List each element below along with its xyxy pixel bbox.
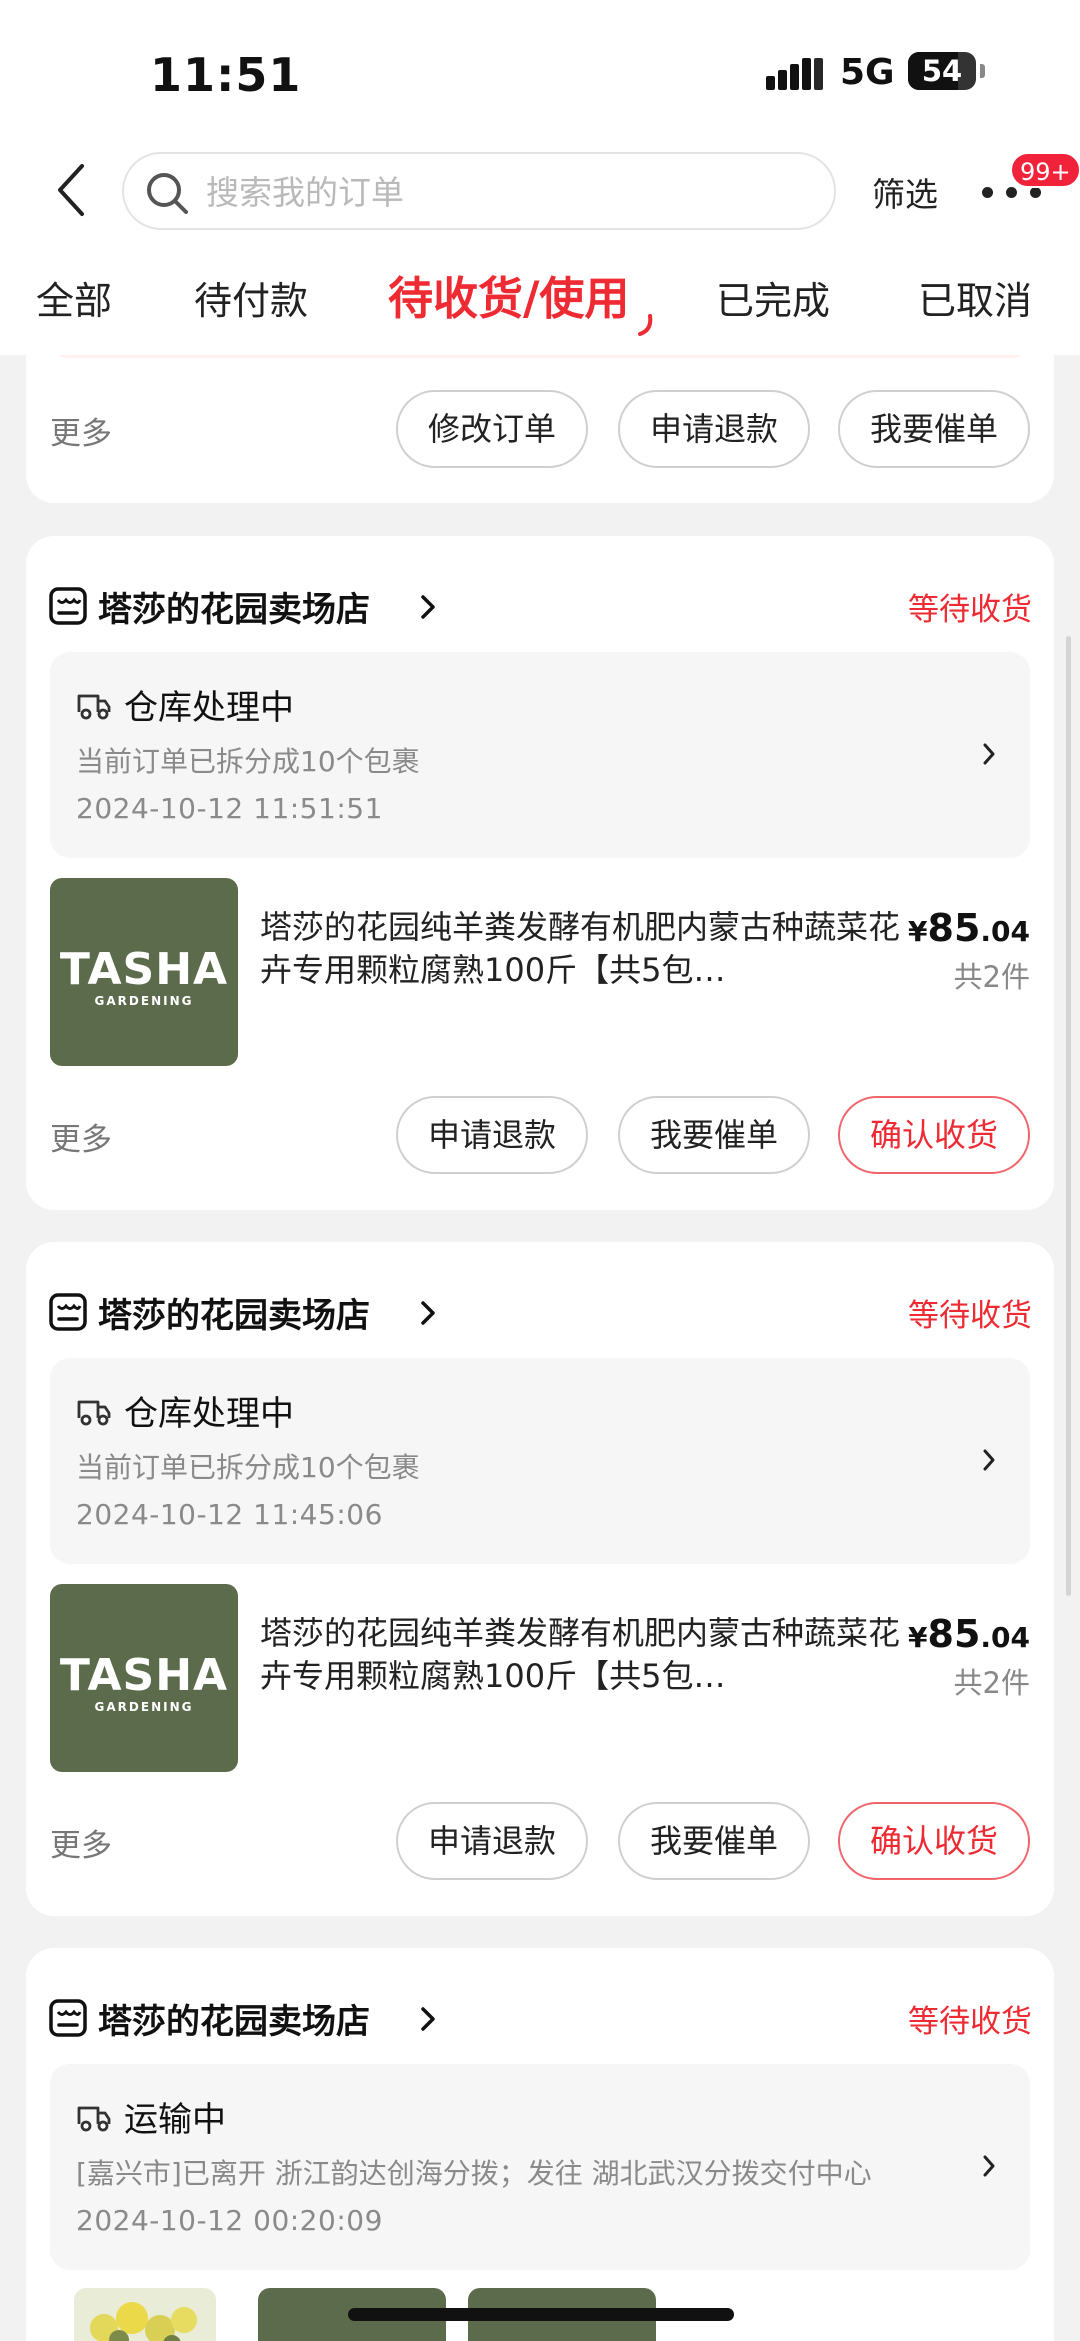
scroll-indicator bbox=[1066, 636, 1071, 1596]
product-title[interactable]: 塔莎的花园纯羊粪发酵有机肥内蒙古种蔬菜花卉专用颗粒腐熟100斤【共5包… bbox=[260, 1612, 900, 1698]
price-currency: ¥ bbox=[908, 915, 928, 948]
chevron-right-icon bbox=[421, 1301, 435, 1325]
truck-icon bbox=[77, 2106, 111, 2132]
tab-pending-receipt[interactable]: 待收货/使用 bbox=[388, 262, 629, 327]
price-decimal: .04 bbox=[980, 1621, 1030, 1654]
status-time: 11:51 bbox=[150, 48, 302, 102]
logistics-panel[interactable]: 运输中 [嘉兴市]已离开 浙江韵达创海分拨；发往 湖北武汉分拨交付中心 2024… bbox=[50, 2064, 1030, 2270]
message-badge: 99+ bbox=[1010, 152, 1080, 188]
truck-icon bbox=[77, 1400, 111, 1426]
search-input[interactable] bbox=[206, 168, 806, 216]
product-title[interactable]: 塔莎的花园纯羊粪发酵有机肥内蒙古种蔬菜花卉专用颗粒腐熟100斤【共5包… bbox=[260, 906, 900, 992]
shop-icon bbox=[49, 1293, 87, 1331]
chevron-right-icon bbox=[983, 743, 995, 765]
filter-button[interactable]: 筛选 bbox=[872, 168, 938, 216]
tab-all[interactable]: 全部 bbox=[36, 270, 112, 325]
product-quantity: 共2件 bbox=[953, 1666, 1030, 1700]
product-image-brand: TASHA bbox=[59, 1650, 229, 1701]
shop-icon bbox=[49, 1999, 87, 2037]
logistics-title: 仓库处理中 bbox=[124, 688, 294, 728]
action-row: 更多 申请退款 我要催单 确认收货 bbox=[26, 1096, 1054, 1174]
logistics-panel[interactable]: 仓库处理中 当前订单已拆分成10个包裹 2024-10-12 11:51:51 bbox=[50, 652, 1030, 858]
search-bar[interactable] bbox=[122, 152, 836, 230]
product-image-brand: TASHA bbox=[59, 944, 229, 995]
urge-order-button[interactable]: 我要催单 bbox=[618, 1096, 810, 1174]
logistics-panel[interactable]: 仓库处理中 当前订单已拆分成10个包裹 2024-10-12 11:45:06 bbox=[50, 1358, 1030, 1564]
product-quantity: 共2件 bbox=[953, 960, 1030, 994]
action-row: 更多 申请退款 我要催单 确认收货 bbox=[26, 1802, 1054, 1880]
logistics-time: 2024-10-12 11:51:51 bbox=[76, 792, 383, 825]
tab-cancelled[interactable]: 已取消 bbox=[918, 270, 1032, 325]
logistics-title: 运输中 bbox=[124, 2100, 226, 2140]
order-tabs: 全部 待付款 待收货/使用 已完成 已取消 bbox=[0, 262, 1080, 342]
price-integer: 85 bbox=[927, 906, 981, 950]
product-image[interactable]: TASHA GARDENING bbox=[50, 878, 238, 1066]
request-refund-button[interactable]: 申请退款 bbox=[618, 390, 810, 468]
chevron-right-icon bbox=[421, 2007, 435, 2031]
more-link[interactable]: 更多 bbox=[50, 1820, 112, 1865]
order-card: 塔莎的花园卖场店 等待收货 运输中 [嘉兴市]已离开 浙江韵达创海分拨；发往 湖… bbox=[26, 1948, 1054, 2341]
shop-name[interactable]: 塔莎的花园卖场店 bbox=[98, 1994, 370, 2043]
logistics-title: 仓库处理中 bbox=[124, 1394, 294, 1434]
request-refund-button[interactable]: 申请退款 bbox=[396, 1802, 588, 1880]
urge-order-button[interactable]: 我要催单 bbox=[618, 1802, 810, 1880]
logistics-description: 当前订单已拆分成10个包裹 bbox=[76, 745, 420, 778]
chevron-right-icon bbox=[983, 2155, 995, 2177]
logistics-time: 2024-10-12 00:20:09 bbox=[76, 2204, 383, 2237]
product-price: ¥85.04 bbox=[908, 1612, 1030, 1656]
order-card: 塔莎的花园卖场店 等待收货 仓库处理中 当前订单已拆分成10个包裹 2024-1… bbox=[26, 536, 1054, 1210]
shop-name[interactable]: 塔莎的花园卖场店 bbox=[98, 1288, 370, 1337]
active-tab-indicator bbox=[638, 314, 653, 336]
price-decimal: .04 bbox=[980, 915, 1030, 948]
logistics-description: [嘉兴市]已离开 浙江韵达创海分拨；发往 湖北武汉分拨交付中心 bbox=[76, 2157, 872, 2190]
tab-completed[interactable]: 已完成 bbox=[716, 270, 830, 325]
shop-header[interactable]: 塔莎的花园卖场店 等待收货 bbox=[48, 582, 1032, 632]
back-icon[interactable] bbox=[50, 160, 94, 220]
price-integer: 85 bbox=[927, 1612, 981, 1656]
action-row: 更多 修改订单 申请退款 我要催单 bbox=[26, 390, 1054, 468]
shop-header[interactable]: 塔莎的花园卖场店 等待收货 bbox=[48, 1288, 1032, 1338]
battery-icon: 54 bbox=[908, 52, 985, 90]
modify-order-button[interactable]: 修改订单 bbox=[396, 390, 588, 468]
price-currency: ¥ bbox=[908, 1621, 928, 1654]
request-refund-button[interactable]: 申请退款 bbox=[396, 1096, 588, 1174]
home-indicator bbox=[348, 2308, 734, 2321]
confirm-receipt-button[interactable]: 确认收货 bbox=[838, 1802, 1030, 1880]
flower-image bbox=[90, 2302, 197, 2341]
urge-order-button[interactable]: 我要催单 bbox=[838, 390, 1030, 468]
product-thumbnail[interactable] bbox=[74, 2288, 216, 2341]
more-link[interactable]: 更多 bbox=[50, 408, 112, 453]
chevron-right-icon bbox=[421, 595, 435, 619]
shop-icon bbox=[49, 587, 87, 625]
tab-pending-payment[interactable]: 待付款 bbox=[194, 270, 308, 325]
battery-level: 54 bbox=[921, 54, 963, 88]
more-link[interactable]: 更多 bbox=[50, 1114, 112, 1159]
product-price: ¥85.04 bbox=[908, 906, 1030, 950]
order-status: 等待收货 bbox=[908, 1298, 1032, 1334]
shop-header[interactable]: 塔莎的花园卖场店 等待收货 bbox=[48, 1994, 1032, 2044]
order-status: 等待收货 bbox=[908, 2004, 1032, 2040]
shop-name[interactable]: 塔莎的花园卖场店 bbox=[98, 582, 370, 631]
order-status: 等待收货 bbox=[908, 592, 1032, 628]
truck-icon bbox=[77, 694, 111, 720]
product-image-sub: GARDENING bbox=[94, 994, 194, 1008]
confirm-receipt-button[interactable]: 确认收货 bbox=[838, 1096, 1030, 1174]
signal-icon bbox=[766, 58, 824, 90]
top-bar: 11:51 5G 54 筛选 99+ 全部 待付款 待收货/使用 已完成 已取消 bbox=[0, 0, 1080, 355]
order-card: 塔莎的花园卖场店 等待收货 仓库处理中 当前订单已拆分成10个包裹 2024-1… bbox=[26, 1242, 1054, 1916]
network-label: 5G bbox=[840, 52, 895, 93]
logistics-description: 当前订单已拆分成10个包裹 bbox=[76, 1451, 420, 1484]
chevron-right-icon bbox=[983, 1449, 995, 1471]
product-image[interactable]: TASHA GARDENING bbox=[50, 1584, 238, 1772]
product-image-sub: GARDENING bbox=[94, 1700, 194, 1714]
search-icon bbox=[147, 173, 188, 214]
logistics-time: 2024-10-12 11:45:06 bbox=[76, 1498, 383, 1531]
